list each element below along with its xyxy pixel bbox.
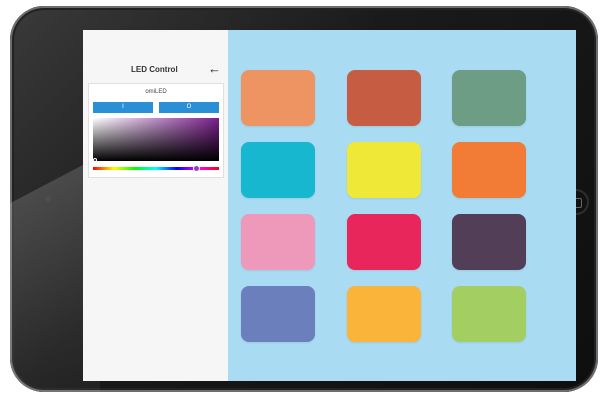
color-swatch[interactable] <box>241 286 315 342</box>
color-swatch[interactable] <box>452 286 526 342</box>
color-swatch[interactable] <box>452 214 526 270</box>
power-on-button[interactable]: I <box>93 102 153 113</box>
sidebar-header: LED Control ← <box>83 62 228 78</box>
tablet-frame: LED Control ← omiLED I O <box>10 6 598 392</box>
color-swatch[interactable] <box>241 142 315 198</box>
color-picker[interactable] <box>93 118 219 162</box>
picker-cursor[interactable] <box>93 158 97 162</box>
color-swatch[interactable] <box>452 142 526 198</box>
device-panel: omiLED I O <box>88 83 224 178</box>
color-swatch[interactable] <box>241 70 315 126</box>
camera-icon <box>45 196 51 202</box>
page-title: LED Control <box>131 65 178 74</box>
color-swatch[interactable] <box>347 142 421 198</box>
color-swatch[interactable] <box>347 214 421 270</box>
sidebar: LED Control ← omiLED I O <box>83 30 228 381</box>
hue-slider[interactable] <box>93 165 219 172</box>
color-swatch[interactable] <box>347 70 421 126</box>
color-swatch-grid <box>228 30 576 381</box>
arrow-left-icon[interactable]: ← <box>208 62 221 76</box>
screen: LED Control ← omiLED I O <box>83 30 576 381</box>
color-swatch[interactable] <box>347 286 421 342</box>
color-swatch[interactable] <box>241 214 315 270</box>
power-off-button[interactable]: O <box>159 102 219 113</box>
color-swatch[interactable] <box>452 70 526 126</box>
device-name: omiLED <box>145 89 167 95</box>
hue-slider-thumb[interactable] <box>192 165 200 172</box>
